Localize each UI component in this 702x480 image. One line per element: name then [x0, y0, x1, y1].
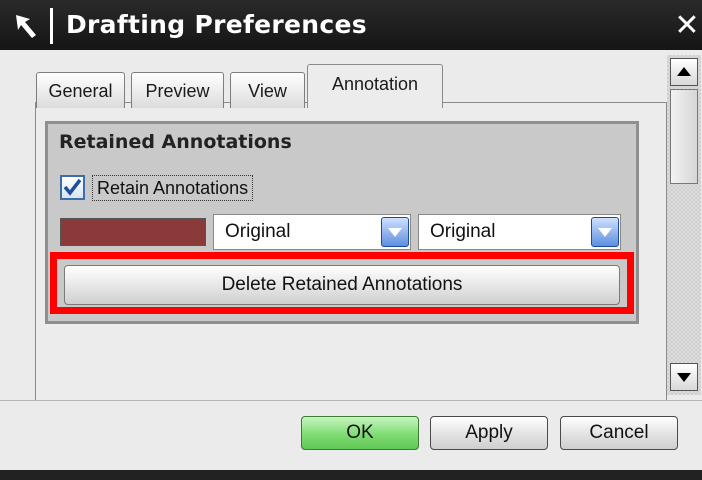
line-font-select-value: Original	[225, 221, 291, 242]
chevron-down-icon[interactable]	[591, 217, 619, 247]
tab-general[interactable]: General	[36, 72, 125, 108]
chevron-down-icon[interactable]	[381, 217, 409, 247]
close-icon[interactable]: ✕	[672, 9, 702, 43]
group-title: Retained Annotations	[59, 131, 292, 153]
select-arrow-icon[interactable]	[14, 13, 44, 39]
checkmark-icon	[63, 178, 82, 196]
dialog-title: Drafting Preferences	[66, 10, 367, 39]
line-width-select-value: Original	[430, 221, 496, 242]
scrollbar-thumb[interactable]	[670, 89, 698, 184]
cancel-button[interactable]: Cancel	[560, 416, 678, 450]
line-font-select[interactable]: Original	[213, 214, 411, 250]
delete-retained-annotations-button[interactable]: Delete Retained Annotations	[64, 265, 620, 305]
color-swatch[interactable]	[60, 218, 206, 246]
title-bar: Drafting Preferences ✕	[0, 0, 702, 50]
retain-annotations-checkbox[interactable]	[60, 175, 85, 200]
apply-button[interactable]: Apply	[430, 416, 548, 450]
arrow-down-icon	[677, 373, 691, 382]
vertical-scrollbar[interactable]	[667, 55, 701, 395]
window-bottom-edge	[0, 470, 702, 480]
title-separator	[50, 8, 53, 44]
arrow-up-icon	[677, 67, 691, 76]
line-width-select[interactable]: Original	[418, 214, 621, 250]
ok-button[interactable]: OK	[301, 416, 419, 450]
retain-annotations-label[interactable]: Retain Annotations	[92, 175, 254, 201]
dialog-window: Drafting Preferences ✕ General Preview V…	[0, 0, 702, 480]
scroll-down-button[interactable]	[670, 363, 698, 391]
scroll-up-button[interactable]	[670, 58, 698, 86]
tab-view[interactable]: View	[230, 72, 305, 108]
tab-annotation[interactable]: Annotation	[307, 64, 443, 108]
tab-preview[interactable]: Preview	[131, 72, 224, 108]
